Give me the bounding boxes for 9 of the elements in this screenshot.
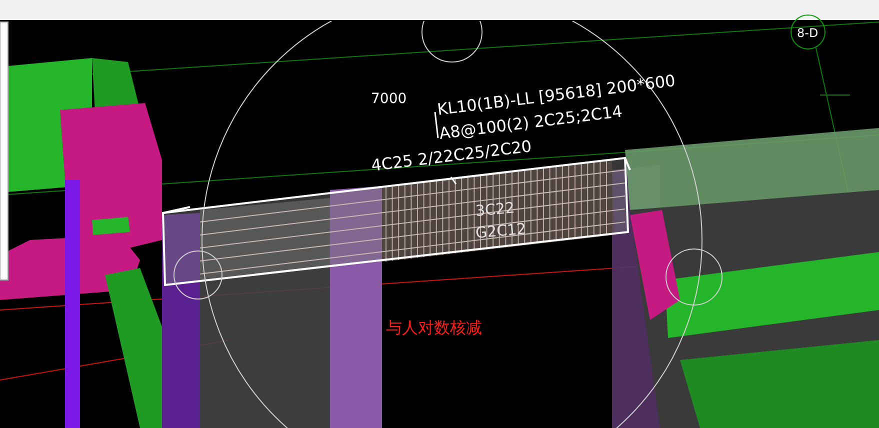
model-3d-viewport[interactable]: 8-D 7000 KL10(1B)-LL [95618] 200*600 A8@100(2) 2C25;2C14 4C25 2/22C25/2C20 3C22 G2C12 与人对数核减 <box>0 0 879 428</box>
axis-label: 8-D <box>797 26 818 40</box>
rebar-label: 3C22 <box>474 198 516 220</box>
rebar-label: G2C12 <box>474 220 527 242</box>
axis-bubble <box>790 14 826 50</box>
annotation-text: 与人对数核减 <box>386 318 482 337</box>
leader-line <box>434 112 439 138</box>
leader-line <box>450 176 457 184</box>
dimension-text: 7000 <box>371 91 407 107</box>
